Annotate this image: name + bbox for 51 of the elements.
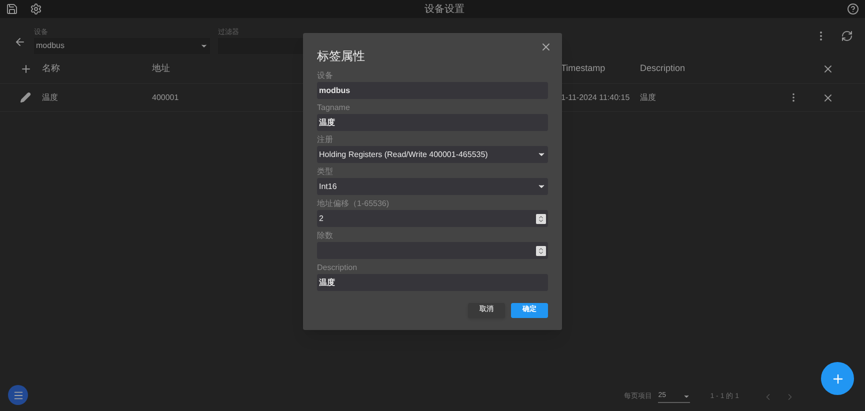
plus-icon bbox=[830, 372, 844, 386]
field-value: 2 bbox=[319, 212, 324, 224]
input-field[interactable] bbox=[317, 242, 548, 259]
close-icon[interactable] bbox=[540, 41, 552, 53]
field-label: Tagname bbox=[317, 103, 351, 113]
dropdown-icon bbox=[683, 393, 690, 400]
field-label: 类型 bbox=[317, 167, 334, 177]
field-label: 地址偏移（1-65536) bbox=[317, 199, 390, 209]
select-field[interactable]: modbus bbox=[34, 38, 210, 54]
spinner-icon[interactable] bbox=[536, 214, 546, 224]
menu-button[interactable] bbox=[8, 385, 28, 405]
menu-icon bbox=[12, 390, 24, 400]
input-field[interactable]: 温度 bbox=[317, 114, 548, 131]
field-value: Int16 bbox=[319, 180, 337, 192]
field-value: Holding Registers (Read/Write 400001-465535) bbox=[319, 148, 488, 160]
table-cell-text: 1-11-2024 11:40:15 bbox=[561, 92, 631, 104]
delete-icon[interactable] bbox=[822, 92, 834, 104]
settings-icon[interactable] bbox=[30, 3, 42, 15]
dropdown-icon bbox=[537, 182, 546, 191]
help-icon[interactable] bbox=[847, 3, 859, 15]
table-cell-text: 温度 bbox=[640, 92, 657, 104]
dialog-title: 标签属性 bbox=[317, 48, 366, 65]
field-value: 温度 bbox=[319, 276, 335, 288]
column-header: 名称 bbox=[42, 62, 60, 73]
column-header: 地址 bbox=[152, 62, 170, 73]
field-value: modbus bbox=[319, 84, 350, 96]
table-cell-text: 温度 bbox=[42, 92, 59, 104]
add-icon[interactable] bbox=[20, 62, 32, 74]
dropdown-icon bbox=[537, 150, 546, 159]
input-field[interactable]: 温度 bbox=[317, 274, 548, 291]
field-label: Description bbox=[317, 263, 358, 273]
column-header: Description bbox=[640, 62, 686, 75]
input-field[interactable]: 2 bbox=[317, 210, 548, 227]
dropdown-icon bbox=[200, 42, 208, 50]
back-icon[interactable] bbox=[14, 36, 26, 48]
save-icon[interactable] bbox=[6, 3, 18, 15]
select-field[interactable]: Holding Registers (Read/Write 400001-465535) bbox=[317, 146, 548, 163]
input-field[interactable]: modbus bbox=[317, 82, 548, 99]
table-cell: 400001 bbox=[152, 92, 179, 102]
field-label: 设备 bbox=[317, 71, 334, 81]
field-label: 注册 bbox=[317, 135, 334, 145]
spinner-icon[interactable] bbox=[536, 246, 546, 256]
add-button[interactable] bbox=[821, 362, 854, 395]
window-title: 设备设置 bbox=[424, 2, 466, 16]
close-icon[interactable] bbox=[822, 62, 834, 74]
refresh-icon[interactable] bbox=[841, 30, 853, 42]
edit-icon[interactable] bbox=[20, 92, 31, 103]
field-label: 除数 bbox=[317, 231, 334, 241]
field-value: 温度 bbox=[319, 116, 335, 128]
column-header: Timestamp bbox=[561, 62, 606, 73]
select-field[interactable]: Int16 bbox=[317, 178, 548, 195]
